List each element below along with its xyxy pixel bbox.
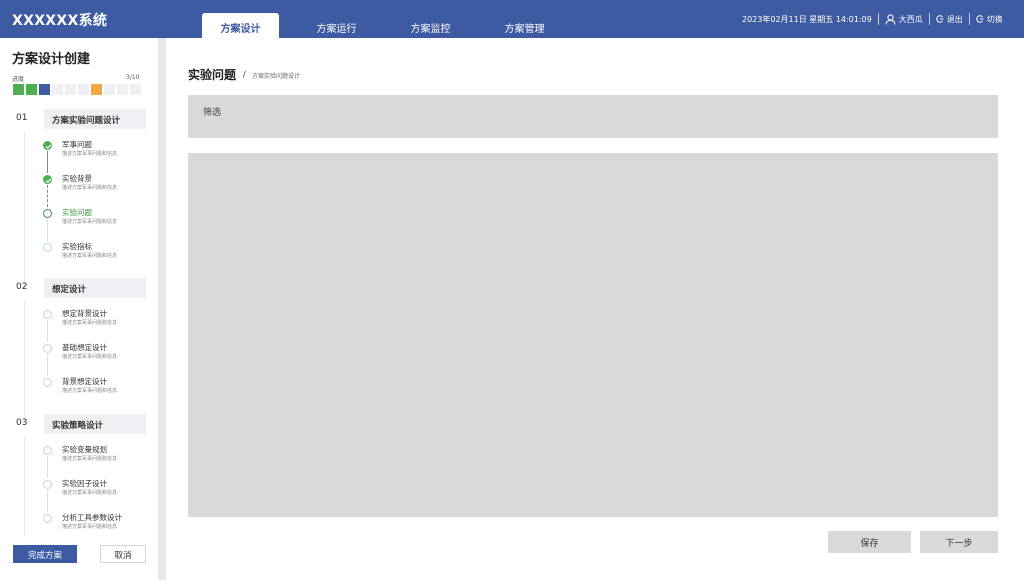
user-menu[interactable]: 大西瓜 <box>885 13 923 25</box>
check-icon <box>43 175 52 184</box>
progress-cell <box>65 84 76 95</box>
progress-cell <box>130 84 141 95</box>
switch-button[interactable]: 切换 <box>976 14 1003 25</box>
step-title: 实验变量规划 <box>62 445 107 454</box>
group-header-02[interactable]: 02 想定设计 <box>12 278 146 298</box>
step-scenario-background[interactable]: 想定背景设计 描述方案军事问题和信息 <box>42 308 152 332</box>
logout-icon <box>936 15 944 23</box>
datetime-display: 2023年02月11日 星期五 14:01:09 <box>742 14 872 24</box>
check-icon <box>43 141 52 150</box>
group-rail <box>24 436 25 535</box>
progress-bar <box>13 84 141 95</box>
group-title: 方案实验问题设计 <box>44 109 146 129</box>
main-content: 实验问题 / 方案实验问题设计 筛选 保存 下一步 <box>166 38 1024 580</box>
breadcrumb[interactable]: 方案实验问题设计 <box>252 71 300 80</box>
sidebar: 方案设计创建 进度 3/10 01 方案实验问题设计 军事问题 描述方案军事问题… <box>0 38 158 580</box>
step-desc: 描述方案军事问题和信息 <box>62 456 118 462</box>
step-desc: 描述方案军事问题和信息 <box>62 151 118 157</box>
tab-scheme-monitor[interactable]: 方案监控 <box>392 13 469 38</box>
step-desc: 描述方案军事问题和信息 <box>62 185 118 191</box>
user-icon <box>885 13 896 25</box>
step-base-scenario[interactable]: 基础想定设计 描述方案军事问题和信息 <box>42 342 152 366</box>
pending-step-icon <box>43 514 52 523</box>
group-number: 01 <box>16 113 28 123</box>
step-title: 军事问题 <box>62 140 92 149</box>
divider <box>877 13 879 25</box>
progress-cell <box>91 84 102 95</box>
divider <box>968 13 970 25</box>
breadcrumb-separator: / <box>243 70 246 79</box>
group-title: 想定设计 <box>44 278 146 298</box>
pending-step-icon <box>43 243 52 252</box>
switch-label: 切换 <box>986 14 1003 24</box>
next-step-button[interactable]: 下一步 <box>920 531 998 553</box>
pending-step-icon <box>43 344 52 353</box>
step-title: 实验问题 <box>62 208 92 217</box>
step-desc: 描述方案军事问题和信息 <box>62 253 118 259</box>
step-experiment-metrics[interactable]: 实验指标 描述方案军事问题和信息 <box>42 241 152 265</box>
step-title: 实验背景 <box>62 174 92 183</box>
pending-step-icon <box>43 378 52 387</box>
finish-scheme-button[interactable]: 完成方案 <box>13 545 77 563</box>
step-background-scenario[interactable]: 背景想定设计 描述方案军事问题和信息 <box>42 376 152 400</box>
filter-label: 筛选 <box>203 108 222 118</box>
pending-step-icon <box>43 480 52 489</box>
tab-scheme-run[interactable]: 方案运行 <box>298 13 375 38</box>
filter-panel: 筛选 <box>188 95 998 138</box>
logout-button[interactable]: 退出 <box>936 14 963 25</box>
progress-cell <box>117 84 128 95</box>
progress-cell <box>26 84 37 95</box>
switch-icon <box>976 15 984 23</box>
step-desc: 描述方案军事问题和信息 <box>62 354 118 360</box>
group-title: 实验策略设计 <box>44 414 146 434</box>
step-desc: 描述方案军事问题和信息 <box>62 320 118 326</box>
progress-cell <box>13 84 24 95</box>
sidebar-scrollbar[interactable] <box>158 38 166 580</box>
step-desc: 描述方案军事问题和信息 <box>62 219 118 225</box>
step-title: 分析工具参数设计 <box>62 513 122 522</box>
step-factor-design[interactable]: 实验因子设计 描述方案军事问题和信息 <box>42 478 152 502</box>
step-title: 想定背景设计 <box>62 309 107 318</box>
step-experiment-problem[interactable]: 实验问题 描述方案军事问题和信息 <box>42 207 152 231</box>
group-number: 02 <box>16 282 28 292</box>
progress-cell <box>52 84 63 95</box>
step-experiment-background[interactable]: 实验背景 描述方案军事问题和信息 <box>42 173 152 197</box>
step-title: 实验因子设计 <box>62 479 107 488</box>
group-rail <box>24 131 25 286</box>
step-title: 背景想定设计 <box>62 377 107 386</box>
group-header-01[interactable]: 01 方案实验问题设计 <box>12 109 146 129</box>
progress-label: 进度 <box>12 76 25 83</box>
step-desc: 描述方案军事问题和信息 <box>62 490 118 496</box>
group-number: 03 <box>16 418 28 428</box>
progress-count: 3/10 <box>126 74 140 81</box>
save-button[interactable]: 保存 <box>828 531 911 553</box>
step-title: 基础想定设计 <box>62 343 107 352</box>
sidebar-title: 方案设计创建 <box>12 52 91 67</box>
logout-label: 退出 <box>946 14 963 24</box>
current-step-icon <box>43 209 52 218</box>
group-rail <box>24 300 25 421</box>
pending-step-icon <box>43 446 52 455</box>
step-variable-planning[interactable]: 实验变量规划 描述方案军事问题和信息 <box>42 444 152 468</box>
cancel-button[interactable]: 取消 <box>100 545 146 563</box>
progress-cell <box>39 84 50 95</box>
progress-cell <box>104 84 115 95</box>
step-desc: 描述方案军事问题和信息 <box>62 524 118 530</box>
step-military-problem[interactable]: 军事问题 描述方案军事问题和信息 <box>42 139 152 163</box>
divider <box>928 13 930 25</box>
progress-cell <box>78 84 89 95</box>
tab-scheme-manage[interactable]: 方案管理 <box>486 13 563 38</box>
system-title: XXXXXX系统 <box>12 13 108 29</box>
page-title: 实验问题 <box>188 68 237 82</box>
tab-scheme-design[interactable]: 方案设计 <box>202 13 279 38</box>
step-tool-params[interactable]: 分析工具参数设计 描述方案军事问题和信息 <box>42 512 152 536</box>
group-header-03[interactable]: 03 实验策略设计 <box>12 414 146 434</box>
content-panel <box>188 153 998 517</box>
top-header: XXXXXX系统 方案设计 方案运行 方案监控 方案管理 2023年02月11日… <box>0 0 1024 38</box>
header-right-area: 2023年02月11日 星期五 14:01:09 大西瓜 退出 切换 <box>742 0 1003 38</box>
user-name: 大西瓜 <box>898 14 923 24</box>
pending-step-icon <box>43 310 52 319</box>
step-title: 实验指标 <box>62 242 92 251</box>
step-desc: 描述方案军事问题和信息 <box>62 388 118 394</box>
